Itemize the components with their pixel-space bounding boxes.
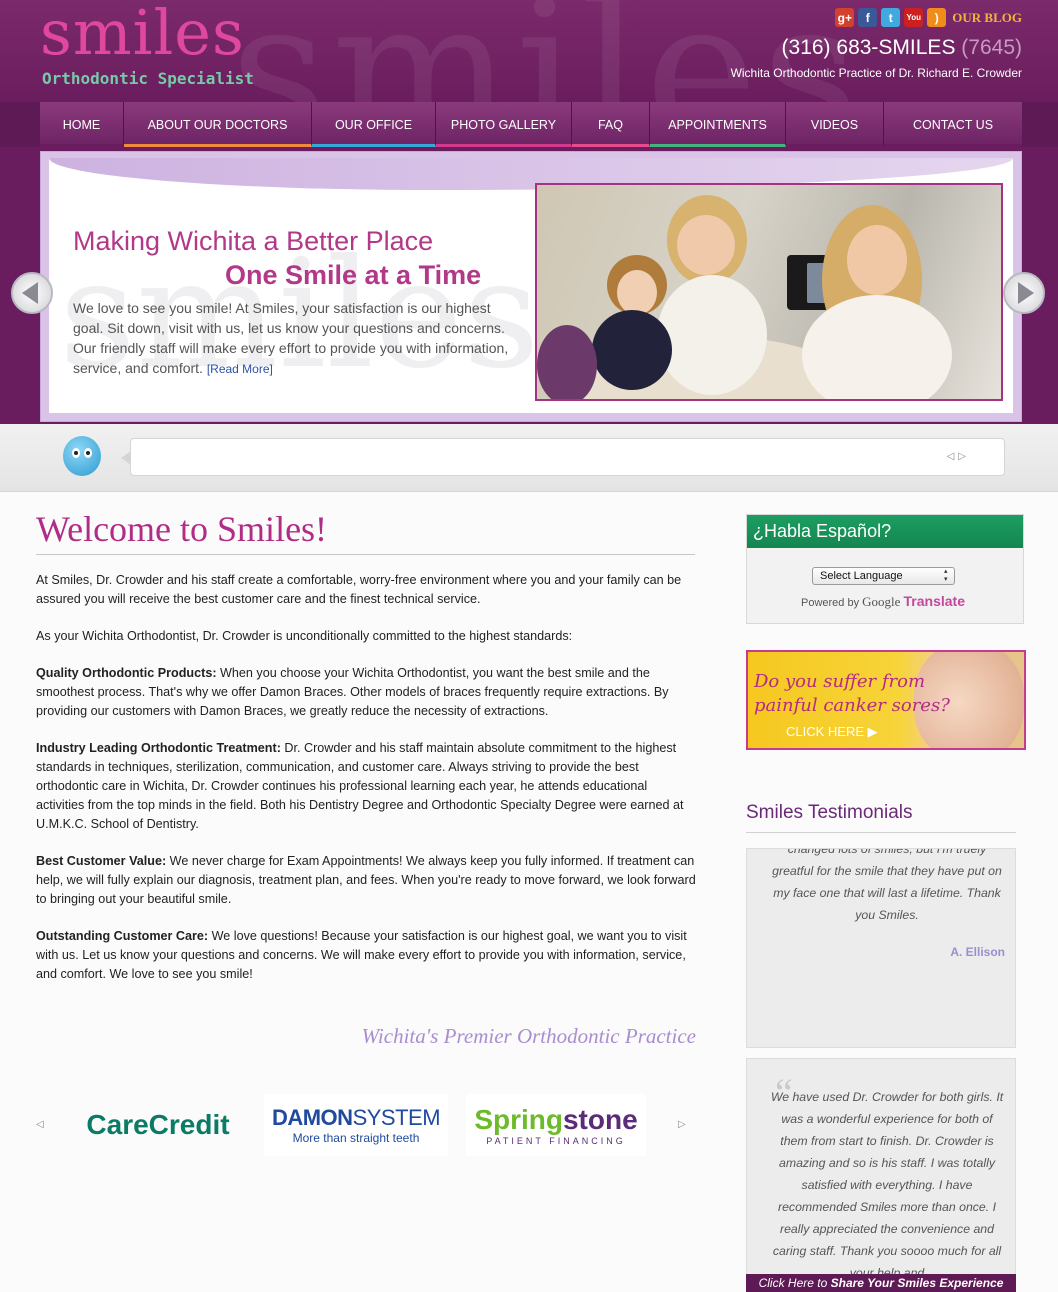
our-blog-link[interactable]: OUR BLOG — [952, 10, 1022, 26]
intro-paragraph: At Smiles, Dr. Crowder and his staff cre… — [36, 573, 682, 606]
testimonial-author: A. Ellison — [950, 945, 1005, 959]
testimonial-card: “ We have used Dr. Crowder for both girl… — [746, 1058, 1016, 1292]
main-nav: HOME ABOUT OUR DOCTORS OUR OFFICE PHOTO … — [0, 102, 1058, 147]
canker-cta-label: CLICK HERE — [786, 724, 865, 739]
twitter-feed-bar: ◁▷ — [0, 424, 1058, 492]
partners-prev-arrow[interactable]: ◁ — [36, 1119, 44, 1130]
powered-by-label: Powered by — [801, 597, 860, 609]
facebook-icon[interactable]: f — [858, 8, 878, 27]
canker-sores-ad[interactable]: Do you suffer from painful canker sores?… — [746, 650, 1026, 750]
canker-line-1: Do you suffer from — [754, 671, 926, 692]
section-quality: Quality Orthodontic Products: When you c… — [36, 664, 696, 721]
springstone-slogan: PATIENT FINANCING — [486, 1136, 626, 1146]
nav-faq[interactable]: FAQ — [572, 102, 650, 147]
testimonial-card: changed lots of smiles, but I'm truely g… — [746, 848, 1016, 1048]
section-heading: Industry Leading Orthodontic Treatment: — [36, 741, 281, 755]
phone-number[interactable]: (316) 683-SMILES (7645) — [782, 36, 1022, 60]
partner-carousel: ◁ CareCredit DAMONSYSTEM More than strai… — [36, 1094, 696, 1156]
banner-text: We love to see you smile! At Smiles, you… — [73, 298, 513, 379]
partners-next-arrow[interactable]: ▷ — [678, 1119, 686, 1130]
main-content: Welcome to Smiles! At Smiles, Dr. Crowde… — [36, 508, 696, 984]
canker-line-2: painful canker sores? — [754, 695, 950, 716]
commitment-paragraph: As your Wichita Orthodontist, Dr. Crowde… — [36, 629, 573, 643]
springstone-logo[interactable]: Springstone PATIENT FINANCING — [466, 1094, 646, 1156]
read-more-link[interactable]: [Read More] — [207, 362, 273, 376]
section-treatment: Industry Leading Orthodontic Treatment: … — [36, 739, 696, 834]
nav-our-office[interactable]: OUR OFFICE — [312, 102, 436, 147]
section-care: Outstanding Customer Care: We love quest… — [36, 927, 696, 984]
canker-cta[interactable]: CLICK HERE ▶ — [786, 724, 878, 740]
share-experience-button[interactable]: Click Here to Share Your Smiles Experien… — [746, 1274, 1016, 1292]
arrow-circle-icon: ▶ — [867, 724, 878, 739]
testimonial-text: We have used Dr. Crowder for both girls.… — [770, 1090, 1004, 1280]
phone-main: (316) 683-SMILES — [781, 36, 956, 59]
tweet-nav-arrows[interactable]: ◁▷ — [947, 451, 970, 462]
spring-word: Spring — [474, 1104, 563, 1135]
google-plus-icon[interactable]: g+ — [835, 8, 855, 27]
youtube-icon[interactable]: You — [904, 8, 924, 27]
stone-word: stone — [562, 1104, 638, 1135]
nav-contact-us[interactable]: CONTACT US — [884, 102, 1022, 147]
twitter-icon[interactable]: t — [881, 8, 901, 27]
page-title: Welcome to Smiles! — [36, 508, 695, 555]
banner-photo — [535, 183, 1003, 401]
damon-word: DAMON — [271, 1105, 353, 1130]
damon-text: DAMONSYSTEM — [271, 1105, 441, 1131]
social-links: g+ f t You ) OUR BLOG — [835, 8, 1022, 27]
translate-link[interactable]: Translate — [904, 593, 965, 609]
share-prefix: Click Here to — [758, 1276, 831, 1290]
banner-subheading: One Smile at a Time — [225, 260, 482, 290]
testimonial-text: changed lots of smiles, but I'm truely g… — [772, 848, 1002, 922]
section-heading: Outstanding Customer Care: — [36, 929, 209, 943]
nav-about-our-doctors[interactable]: ABOUT OUR DOCTORS — [124, 102, 312, 147]
banner-body: We love to see you smile! At Smiles, you… — [73, 300, 509, 376]
carecredit-text: CareCredit — [86, 1109, 230, 1140]
section-value: Best Customer Value: We never charge for… — [36, 852, 696, 909]
logo-subtitle: Orthodontic Specialist — [42, 69, 254, 88]
testimonials-title: Smiles Testimonials — [746, 802, 1016, 833]
banner-prev-arrow[interactable] — [11, 272, 53, 314]
springstone-text: Springstone — [474, 1104, 637, 1136]
damon-slogan: More than straight teeth — [292, 1131, 420, 1145]
system-word: SYSTEM — [352, 1105, 441, 1130]
share-label: Share Your Smiles Experience — [830, 1276, 1004, 1290]
rss-icon[interactable]: ) — [927, 8, 947, 27]
hero-banner: smiles Making Wichita a Better Place One… — [0, 147, 1058, 424]
logo[interactable]: smiles — [40, 2, 245, 64]
tagline: Wichita Orthodontic Practice of Dr. Rich… — [730, 66, 1022, 80]
phone-alt: (7645) — [961, 36, 1022, 59]
damon-system-logo[interactable]: DAMONSYSTEM More than straight teeth — [264, 1094, 448, 1156]
nav-photo-gallery[interactable]: PHOTO GALLERY — [436, 102, 572, 147]
espanol-title: ¿Habla Español? — [747, 515, 1023, 548]
nav-appointments[interactable]: APPOINTMENTS — [650, 102, 786, 147]
language-select[interactable]: Select Language — [812, 567, 955, 585]
canker-headline: Do you suffer from painful canker sores? — [754, 670, 950, 718]
tweet-box: ◁▷ — [121, 438, 1005, 476]
powered-by-google: Powered by Google Translate — [801, 593, 965, 610]
carecredit-logo[interactable]: CareCredit — [68, 1094, 248, 1156]
section-heading: Quality Orthodontic Products: — [36, 666, 217, 680]
site-header: smiles smiles Orthodontic Specialist g+ … — [0, 0, 1058, 102]
nav-videos[interactable]: VIDEOS — [786, 102, 884, 147]
translate-widget: ¿Habla Español? Select Language Powered … — [746, 514, 1024, 624]
google-logo: Google — [862, 594, 901, 609]
header-watermark: smiles — [230, 0, 863, 102]
banner-heading: Making Wichita a Better Place — [73, 226, 434, 256]
premier-tagline: Wichita's Premier Orthodontic Practice — [361, 1024, 696, 1048]
twitter-bird-icon — [63, 436, 101, 476]
banner-next-arrow[interactable] — [1003, 272, 1045, 314]
section-heading: Best Customer Value: — [36, 854, 167, 868]
nav-home[interactable]: HOME — [40, 102, 124, 147]
